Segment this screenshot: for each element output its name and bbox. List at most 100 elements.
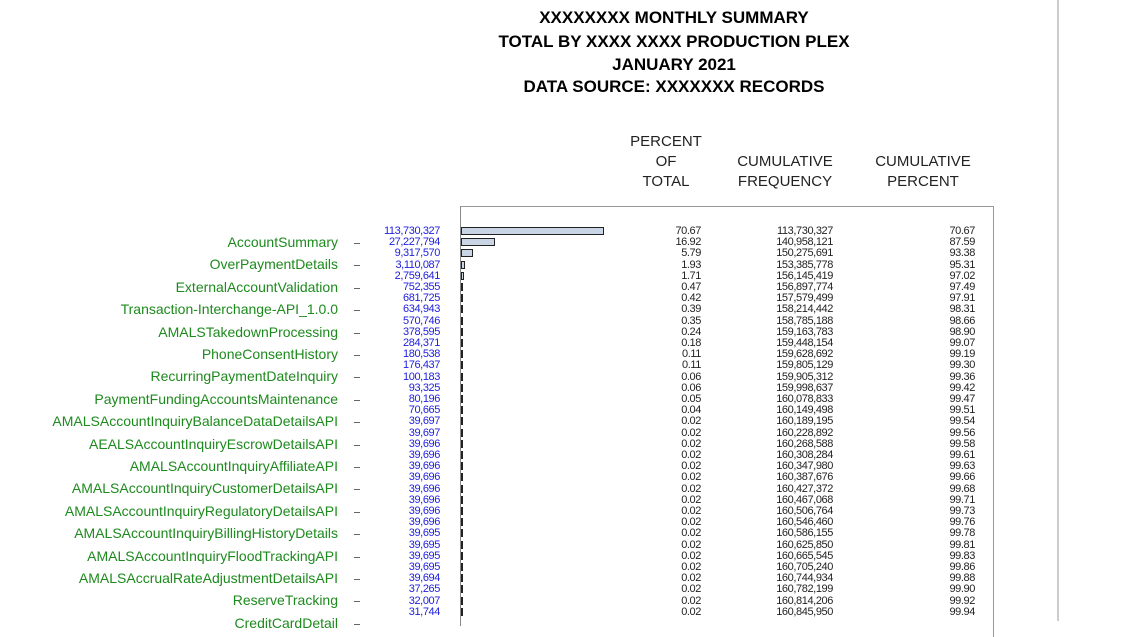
category-label: AMALSAccrualRateAdjustmentDetailsAPI bbox=[78, 570, 338, 586]
cumulative-percent-cell: 99.56 bbox=[949, 426, 975, 439]
axis-tick bbox=[354, 534, 360, 536]
category-label: RecurringPaymentDateInquiry bbox=[150, 368, 338, 385]
axis-tick bbox=[354, 399, 360, 401]
axis-tick bbox=[354, 265, 360, 267]
cumulative-frequency-cell: 160,814,206 bbox=[776, 594, 833, 607]
cumulative-frequency-cell: 160,625,850 bbox=[776, 538, 833, 551]
bar-count-label: 39,696 bbox=[408, 482, 441, 495]
cumulative-percent-cell: 99.92 bbox=[949, 594, 975, 607]
header-text: TOTAL bbox=[642, 173, 690, 190]
category-label: PhoneConsentHistory bbox=[201, 346, 338, 362]
bar bbox=[461, 238, 496, 247]
cumulative-percent-cell: 99.30 bbox=[949, 359, 975, 372]
category-label: AMALSAccountInquiryRegulatoryDetailsAPI bbox=[64, 502, 338, 519]
bar-count-label: 39,695 bbox=[408, 527, 441, 540]
cumulative-frequency-cell: 150,275,691 bbox=[776, 247, 833, 260]
header-text: FREQUENCY bbox=[737, 173, 833, 190]
bar bbox=[461, 495, 463, 504]
percent-of-total-cell: 0.02 bbox=[681, 583, 701, 596]
percent-of-total-cell: 0.06 bbox=[681, 370, 701, 383]
cumulative-frequency-cell: 160,387,676 bbox=[776, 471, 833, 484]
bar bbox=[461, 305, 463, 314]
title-line-2: TOTAL BY XXXX XXXX PRODUCTION PLEX bbox=[498, 32, 850, 51]
bar bbox=[461, 406, 463, 415]
header-text: OF bbox=[655, 153, 677, 170]
cumulative-percent-cell: 99.36 bbox=[949, 370, 975, 383]
bar bbox=[461, 439, 463, 448]
bar bbox=[461, 339, 463, 347]
category-label: ReserveTracking bbox=[232, 592, 338, 609]
cumulative-frequency-cell: 160,427,372 bbox=[776, 482, 833, 495]
category-label: AMALSAccountInquiryBillingHistoryDetails bbox=[74, 525, 338, 542]
axis-tick bbox=[354, 467, 360, 468]
bar bbox=[461, 395, 463, 403]
cumulative-percent-cell: 99.90 bbox=[949, 583, 975, 596]
percent-of-total-cell: 0.02 bbox=[681, 426, 701, 439]
cumulative-frequency-cell: 160,782,199 bbox=[776, 583, 833, 596]
header-text: PERCENT bbox=[887, 173, 959, 190]
header-cumulative-frequency: CUMULATIVE FREQUENCY bbox=[720, 152, 850, 192]
percent-of-total-cell: 5.79 bbox=[681, 247, 701, 260]
percent-of-total-cell: 1.93 bbox=[681, 258, 701, 271]
percent-of-total-cell: 0.02 bbox=[681, 415, 701, 428]
bar-count-label: 570,746 bbox=[403, 314, 440, 327]
cumulative-percent-cell: 99.94 bbox=[949, 605, 975, 618]
category-label: AMALSAccountInquiryFloodTrackingAPI bbox=[87, 547, 338, 564]
cumulative-percent-cell: 99.81 bbox=[949, 538, 975, 551]
cumulative-percent-cell: 99.66 bbox=[949, 471, 975, 484]
title-line-4: DATA SOURCE: XXXXXXX RECORDS bbox=[523, 77, 825, 96]
header-text: CUMULATIVE bbox=[737, 153, 833, 170]
bar bbox=[461, 372, 463, 381]
header-text: PERCENT bbox=[630, 133, 702, 150]
axis-tick bbox=[354, 579, 360, 580]
category-label: ExternalAccountValidation bbox=[175, 278, 338, 295]
bar bbox=[461, 585, 463, 594]
bar bbox=[461, 283, 463, 291]
bar bbox=[461, 563, 463, 571]
cumulative-frequency-cell: 160,586,155 bbox=[776, 527, 833, 540]
cumulative-frequency-cell: 153,385,778 bbox=[776, 258, 833, 271]
cumulative-frequency-cell: 160,228,892 bbox=[776, 426, 833, 439]
bar bbox=[461, 540, 463, 549]
category-label: OverPaymentDetails bbox=[209, 256, 338, 273]
bar-count-label: 39,697 bbox=[408, 415, 441, 428]
axis-tick bbox=[354, 310, 360, 312]
bar-count-label: 634,943 bbox=[403, 303, 440, 316]
percent-of-total-cell: 0.02 bbox=[681, 594, 701, 607]
percent-of-total-cell: 0.11 bbox=[682, 359, 701, 372]
title-line-3: JANUARY 2021 bbox=[612, 55, 736, 74]
cumulative-frequency-cell: 159,905,312 bbox=[776, 370, 833, 383]
bar bbox=[461, 417, 463, 426]
page-edge bbox=[1057, 0, 1059, 621]
percent-of-total-cell: 0.02 bbox=[681, 538, 701, 551]
cumulative-frequency-cell: 160,189,195 bbox=[776, 415, 833, 428]
category-label: PaymentFundingAccountsMaintenance bbox=[94, 390, 338, 407]
percent-of-total-cell: 0.35 bbox=[681, 314, 701, 327]
bar-count-label: 37,265 bbox=[408, 583, 441, 596]
axis-tick bbox=[354, 556, 360, 558]
cumulative-percent-cell: 99.54 bbox=[949, 415, 975, 428]
axis-tick bbox=[354, 444, 360, 446]
cumulative-percent-cell: 93.38 bbox=[949, 247, 975, 260]
header-cumulative-percent: CUMULATIVE PERCENT bbox=[856, 152, 990, 192]
bar bbox=[461, 451, 463, 459]
axis-tick bbox=[354, 243, 360, 244]
category-label: CreditCardDetail bbox=[234, 614, 338, 631]
cumulative-percent-cell: 99.68 bbox=[949, 482, 975, 495]
bar-count-label: 31,744 bbox=[408, 605, 441, 618]
category-label: AccountSummary bbox=[227, 234, 338, 250]
category-label: AEALSAccountInquiryEscrowDetailsAPI bbox=[89, 435, 338, 452]
bar-count-label: 176,437 bbox=[403, 359, 440, 372]
percent-of-total-cell: 0.02 bbox=[681, 527, 701, 540]
category-label: AMALSAccountInquiryAffiliateAPI bbox=[129, 458, 338, 474]
bar bbox=[461, 596, 463, 605]
bar bbox=[461, 507, 463, 515]
bar bbox=[461, 271, 465, 280]
cumulative-percent-cell: 95.31 bbox=[949, 258, 975, 271]
bar bbox=[461, 294, 463, 303]
category-label: AMALSAccountInquiryBalanceDataDetailsAPI bbox=[52, 413, 338, 430]
cumulative-percent-cell: 98.66 bbox=[949, 314, 975, 327]
axis-tick bbox=[354, 355, 360, 356]
bar-count-label: 39,697 bbox=[408, 426, 441, 439]
axis-tick bbox=[354, 601, 360, 603]
